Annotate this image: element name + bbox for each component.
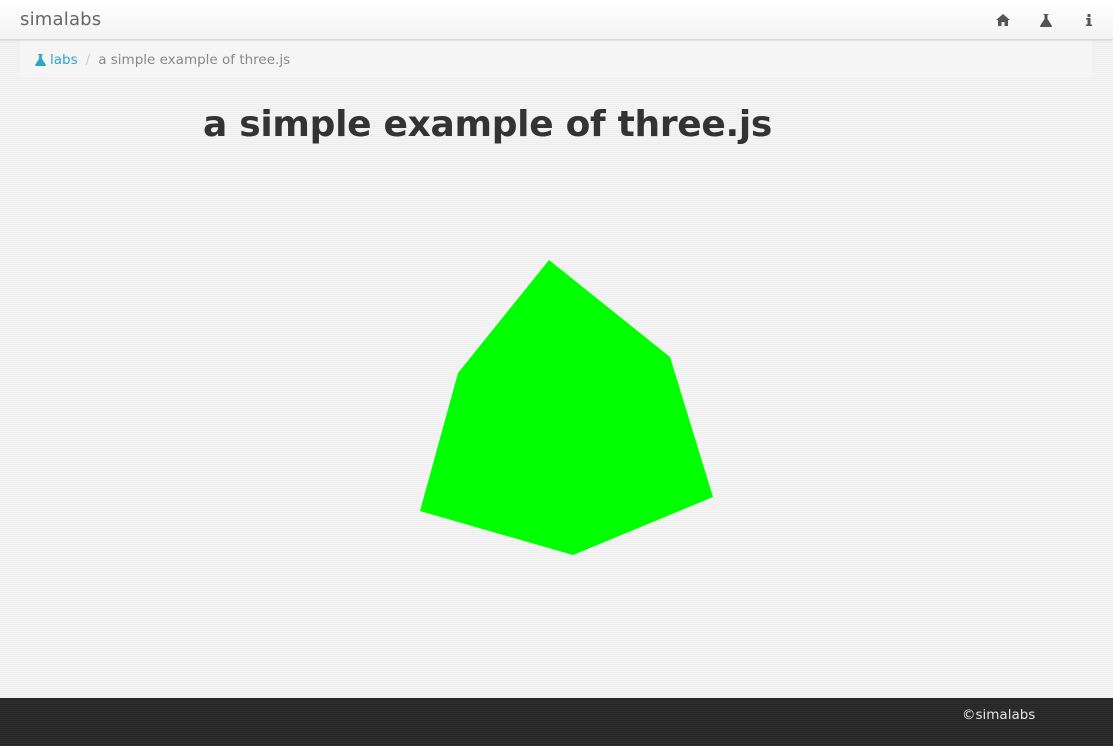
top-navbar: simalabs <box>0 0 1113 40</box>
green-cube <box>420 260 713 555</box>
breadcrumb-labs-label: labs <box>50 51 78 68</box>
nav-icon-group <box>974 0 1103 40</box>
footer: ©simalabs <box>0 698 1113 746</box>
flask-icon[interactable] <box>1032 0 1060 40</box>
home-icon[interactable] <box>989 0 1017 40</box>
flask-icon <box>35 53 46 66</box>
cube-render <box>420 260 713 555</box>
breadcrumb-labs-link[interactable]: labs <box>35 52 78 68</box>
copyright-text: ©simalabs <box>962 707 1036 723</box>
threejs-canvas[interactable] <box>0 160 1113 680</box>
info-icon[interactable] <box>1075 0 1103 40</box>
brand-link[interactable]: simalabs <box>20 9 101 30</box>
breadcrumb: labs / a simple example of three.js <box>20 41 1092 78</box>
breadcrumb-current: a simple example of three.js <box>98 51 291 68</box>
page-title: a simple example of three.js <box>203 104 773 145</box>
breadcrumb-separator: / <box>85 51 91 68</box>
